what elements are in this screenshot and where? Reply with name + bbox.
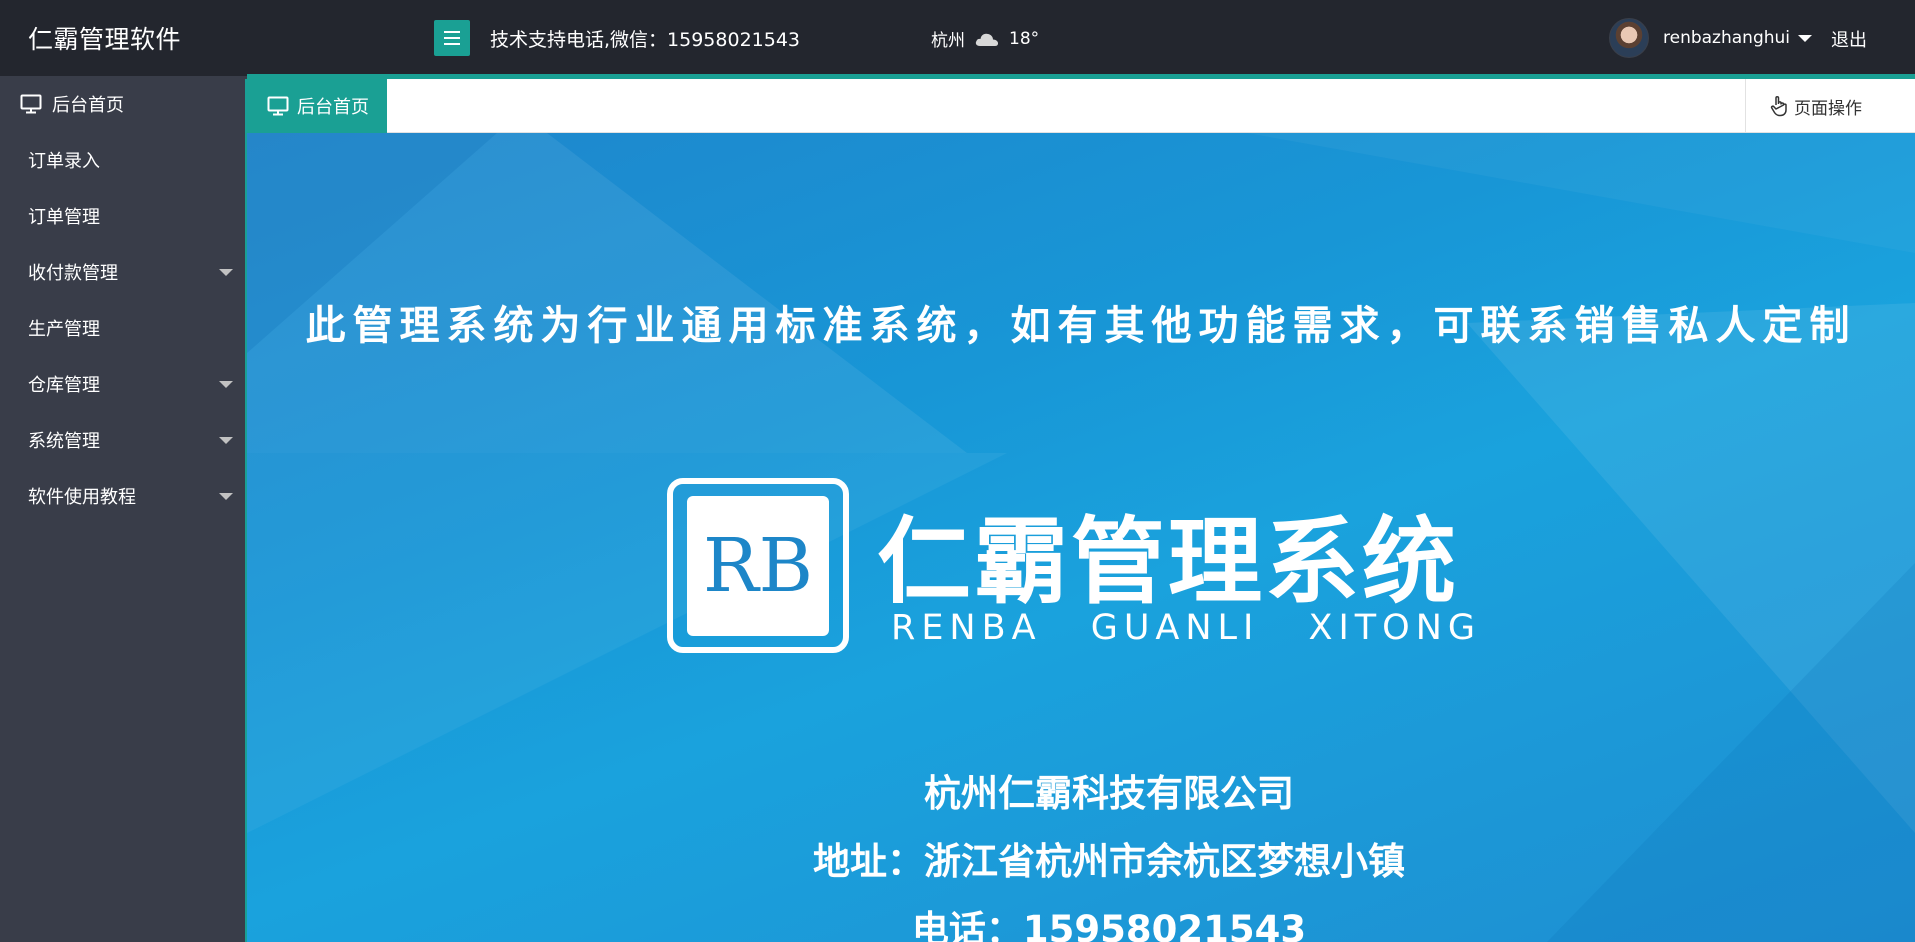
hand-pointer-icon bbox=[1770, 95, 1787, 117]
sidebar-item-warehouse[interactable]: 仓库管理 bbox=[0, 356, 247, 412]
cloud-icon bbox=[975, 33, 999, 46]
tab-home[interactable]: 后台首页 bbox=[247, 79, 387, 133]
company-address: 地址：浙江省杭州市余杭区梦想小镇 bbox=[813, 840, 1405, 883]
sidebar-item-home[interactable]: 后台首页 bbox=[0, 76, 247, 132]
user-avatar[interactable] bbox=[1609, 18, 1649, 58]
brand-name-chinese: 仁霸管理系统 bbox=[877, 508, 1460, 617]
chevron-down-icon bbox=[219, 493, 233, 500]
sidebar-item-order-management[interactable]: 订单管理 bbox=[0, 188, 247, 244]
chevron-down-icon[interactable] bbox=[1798, 34, 1813, 42]
sidebar-item-label: 订单录入 bbox=[28, 151, 100, 172]
home-banner: 此管理系统为行业通用标准系统，如有其他功能需求，可联系销售私人定制 RB 仁霸管… bbox=[247, 133, 1915, 942]
chevron-down-icon bbox=[219, 381, 233, 388]
sidebar-item-order-entry[interactable]: 订单录入 bbox=[0, 132, 247, 188]
sidebar-item-label: 软件使用教程 bbox=[28, 487, 136, 508]
chevron-down-icon bbox=[219, 269, 233, 276]
banner-tagline: 此管理系统为行业通用标准系统，如有其他功能需求，可联系销售私人定制 bbox=[305, 303, 1857, 349]
page-operations-button[interactable]: 页面操作 bbox=[1745, 79, 1915, 133]
brand-name-pinyin: RENBA GUANLI XITONG bbox=[891, 608, 1482, 648]
company-phone: 电话：15958021543 bbox=[911, 908, 1307, 942]
sidebar-item-production[interactable]: 生产管理 bbox=[0, 300, 247, 356]
weather-temperature: 18° bbox=[1009, 28, 1040, 49]
weather-widget: 杭州 18° bbox=[931, 26, 1040, 52]
sidebar-item-payments[interactable]: 收付款管理 bbox=[0, 244, 247, 300]
sidebar-item-label: 仓库管理 bbox=[28, 375, 100, 396]
app-title: 仁霸管理软件 bbox=[28, 25, 182, 54]
tab-label: 后台首页 bbox=[297, 97, 369, 118]
sidebar-item-label: 收付款管理 bbox=[28, 263, 118, 284]
top-header: 仁霸管理软件 技术支持电话,微信：15958021543 杭州 18° renb… bbox=[0, 0, 1915, 76]
monitor-icon bbox=[20, 94, 42, 114]
logo-letters: RB bbox=[702, 523, 814, 609]
monitor-icon bbox=[267, 96, 289, 116]
logout-link[interactable]: 退出 bbox=[1831, 26, 1867, 52]
sidebar: 后台首页 订单录入 订单管理 收付款管理 生产管理 仓库管理 系统管理 软件使用… bbox=[0, 76, 247, 942]
sidebar-item-system[interactable]: 系统管理 bbox=[0, 412, 247, 468]
logo-mark: RB bbox=[687, 496, 829, 636]
sidebar-item-label: 生产管理 bbox=[28, 319, 100, 340]
logo-frame: RB bbox=[667, 478, 849, 653]
sidebar-item-label: 后台首页 bbox=[52, 95, 124, 116]
support-contact: 技术支持电话,微信：15958021543 bbox=[490, 29, 801, 51]
username[interactable]: renbazhanghui bbox=[1663, 28, 1790, 48]
hamburger-menu-icon[interactable] bbox=[434, 20, 470, 56]
sidebar-item-tutorial[interactable]: 软件使用教程 bbox=[0, 468, 247, 524]
tab-bar: 后台首页 页面操作 bbox=[247, 79, 1915, 133]
weather-city: 杭州 bbox=[931, 31, 965, 51]
chevron-down-icon bbox=[219, 437, 233, 444]
company-name: 杭州仁霸科技有限公司 bbox=[924, 772, 1294, 815]
page-operations-label: 页面操作 bbox=[1794, 98, 1862, 119]
brand-logo: RB 仁霸管理系统 RENBA GUANLI XITONG bbox=[667, 478, 1527, 663]
sidebar-item-label: 订单管理 bbox=[28, 207, 100, 228]
user-menu[interactable]: renbazhanghui bbox=[1609, 18, 1813, 58]
sidebar-item-label: 系统管理 bbox=[28, 431, 100, 452]
